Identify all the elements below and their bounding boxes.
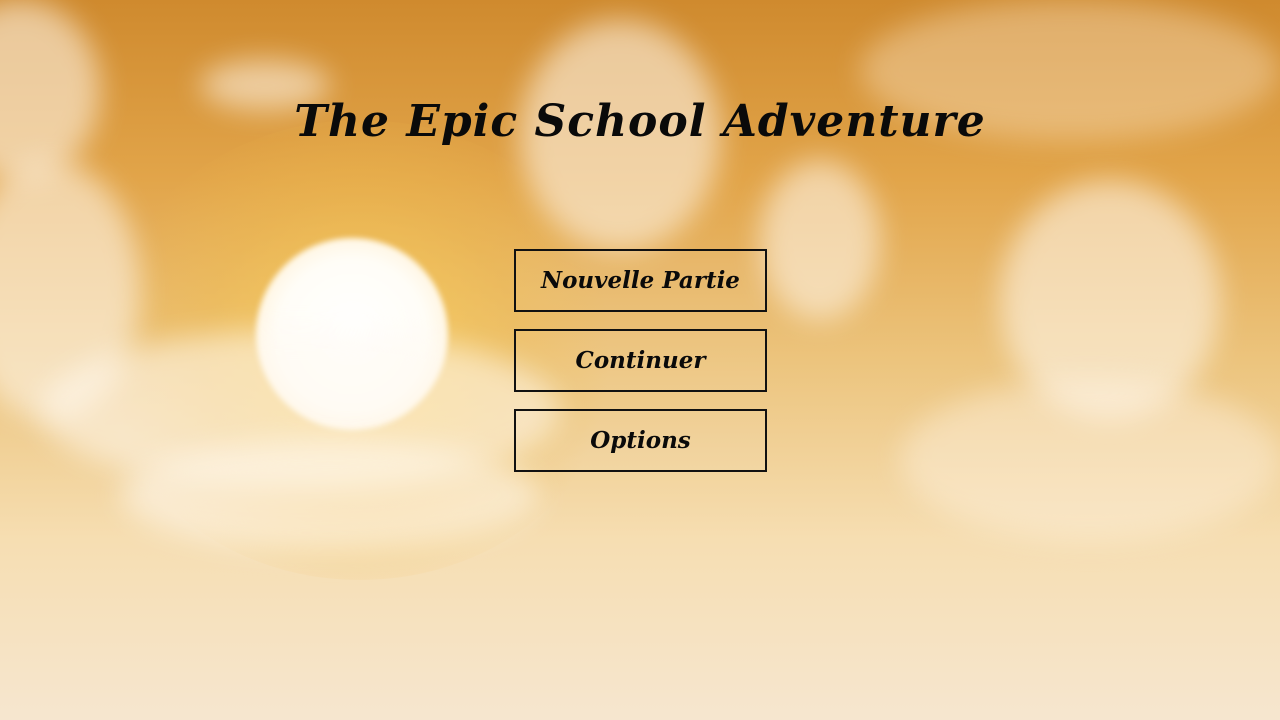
new-game-button[interactable]: Nouvelle Partie [514,249,767,312]
cloud [0,0,100,180]
new-game-label: Nouvelle Partie [541,267,740,294]
options-button[interactable]: Options [514,409,767,472]
game-title: The Epic School Adventure [294,96,986,147]
cloud [900,380,1280,540]
continue-button[interactable]: Continuer [514,329,767,392]
cloud [120,440,540,550]
options-label: Options [590,427,691,454]
cloud [760,160,880,320]
continue-label: Continuer [575,347,706,374]
